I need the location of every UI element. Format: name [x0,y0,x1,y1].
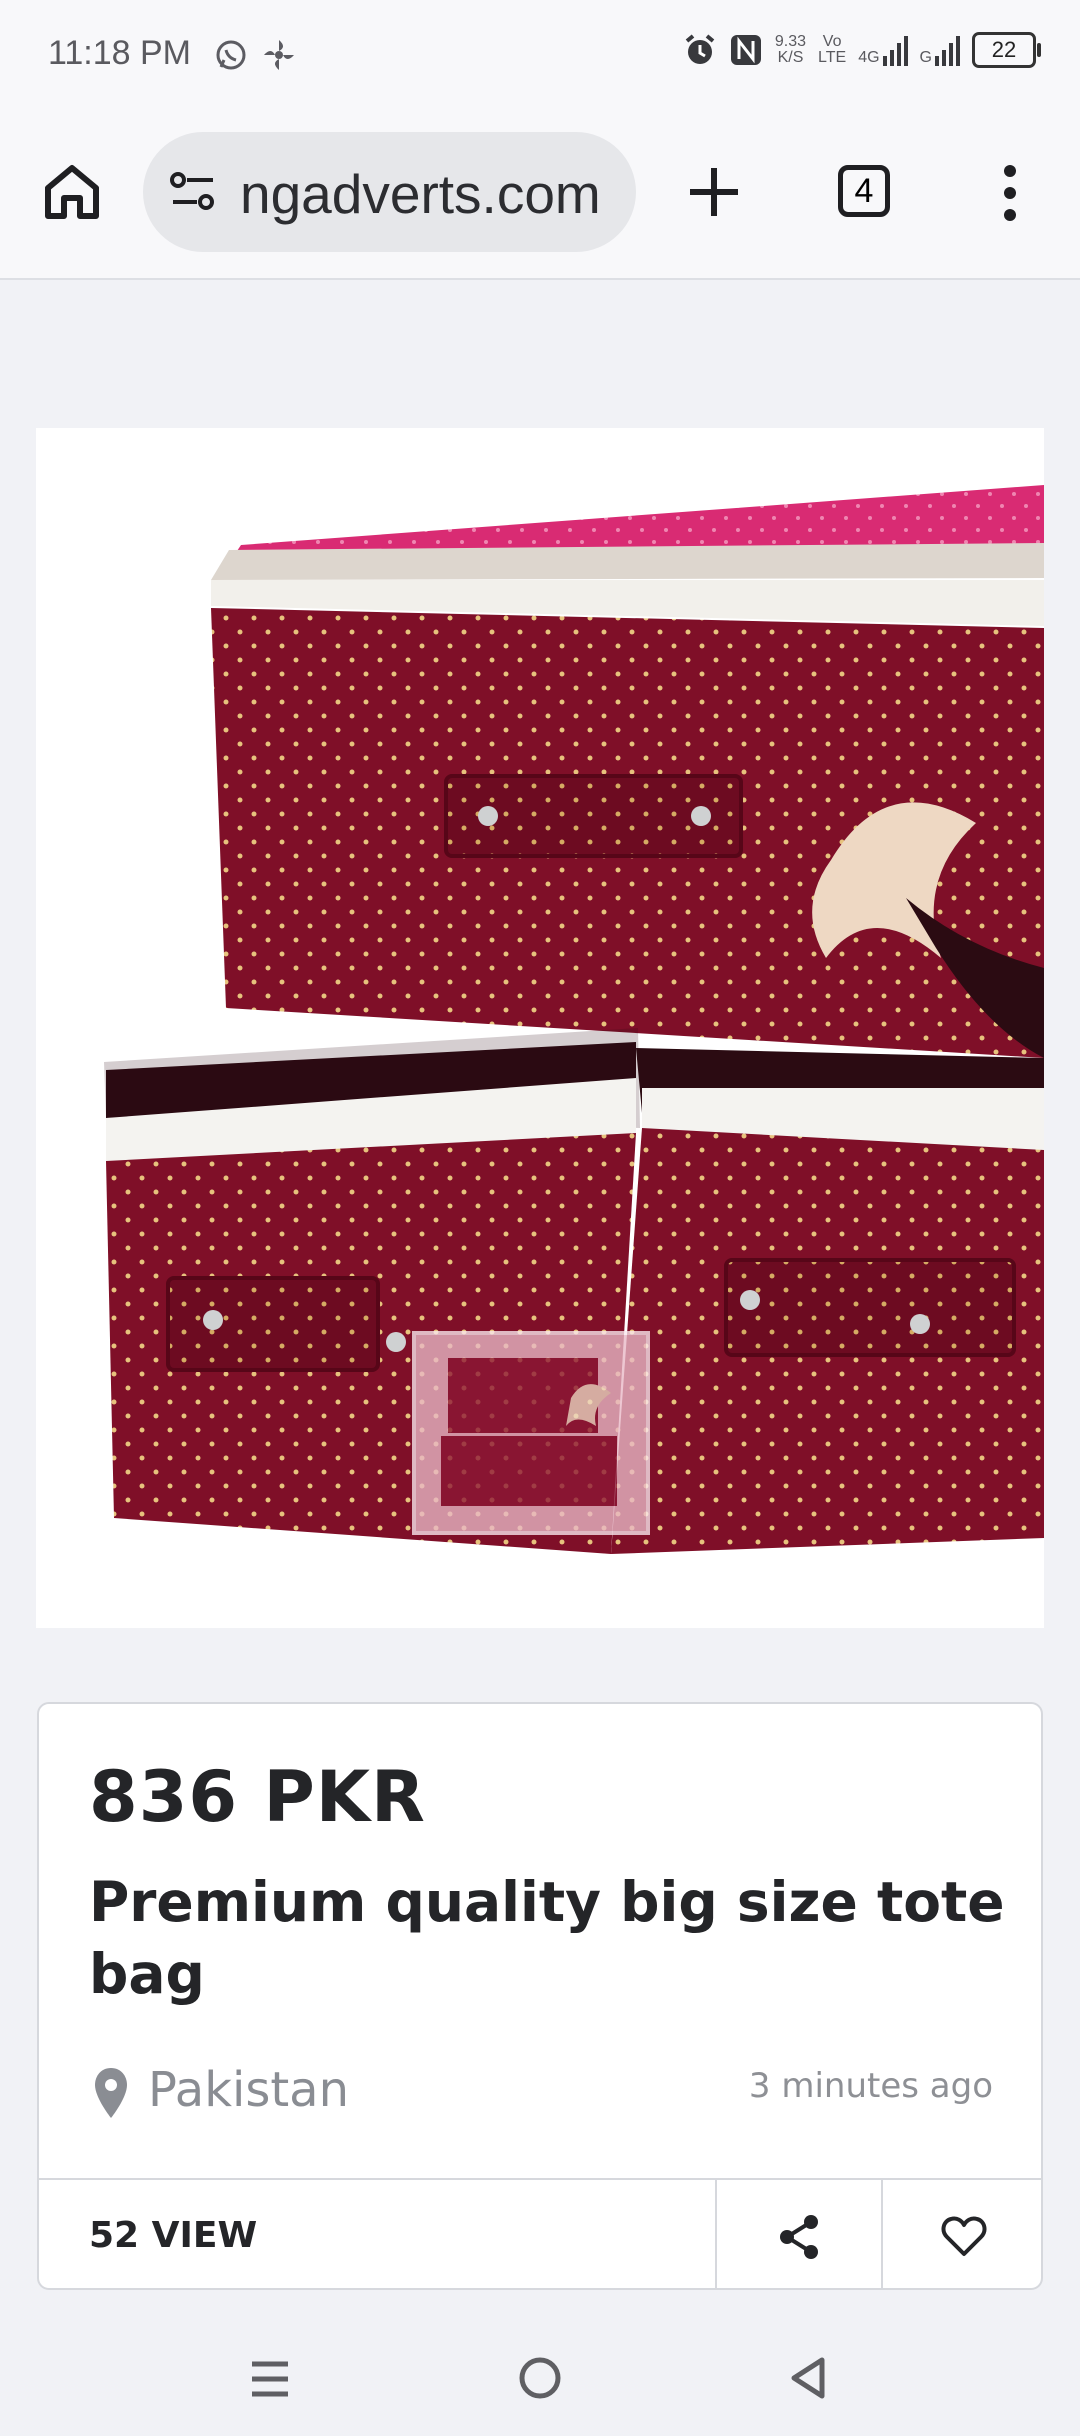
browser-toolbar: ngadverts.com 4 [0,118,1080,280]
tab-switcher-button[interactable]: 4 [838,165,890,217]
product-card[interactable]: 836 PKR Premium quality big size tote ba… [37,1702,1043,2290]
location-pin-icon [95,2068,127,2118]
view-count: 52 VIEW [89,2215,258,2256]
alarm-icon [685,34,715,64]
site-settings-icon[interactable] [169,168,217,216]
status-time: 11:18 PM [48,34,192,72]
home-nav-icon[interactable] [516,2354,564,2402]
signal-bars-icon [882,36,908,66]
product-title: Premium quality big size tote bag [89,1870,1005,2006]
back-nav-icon[interactable] [788,2354,828,2402]
address-bar[interactable]: ngadverts.com [143,132,636,252]
product-image[interactable] [36,428,1044,1628]
status-right-icons: 9.33 K/S Vo LTE 4G G 22 [683,32,1041,68]
battery-indicator: 22 [972,32,1041,68]
status-left-icons [214,38,296,72]
thumbnail-icon[interactable] [412,1331,650,1535]
share-icon [780,2215,818,2259]
fan-icon [264,40,294,70]
home-icon[interactable] [40,160,104,224]
favorite-button[interactable] [881,2180,1041,2288]
more-options-icon[interactable] [1000,164,1020,222]
product-price: 836 PKR [89,1756,426,1838]
heart-icon [941,2216,987,2256]
url-text[interactable]: ngadverts.com [240,162,618,226]
signal-4g: 4G [858,34,908,66]
whatsapp-icon [216,40,246,70]
product-actions: 52 VIEW [39,2178,1041,2288]
product-location: Pakistan [148,2062,349,2118]
status-bar: 11:18 PM 9.33 K/S Vo LTE 4G G 22 [0,0,1080,118]
share-button[interactable] [715,2180,883,2288]
network-speed: 9.33 K/S [774,33,807,66]
signal-g: G [920,34,960,66]
posted-time: 3 minutes ago [748,2066,993,2106]
storage-boxes-image [104,485,1044,1554]
nfc-icon [730,35,761,65]
signal-bars-icon [935,36,960,66]
system-navigation-bar [0,2320,1080,2436]
recent-apps-icon[interactable] [248,2358,292,2400]
new-tab-icon[interactable] [686,164,742,220]
volte-indicator: Vo LTE [818,33,847,66]
